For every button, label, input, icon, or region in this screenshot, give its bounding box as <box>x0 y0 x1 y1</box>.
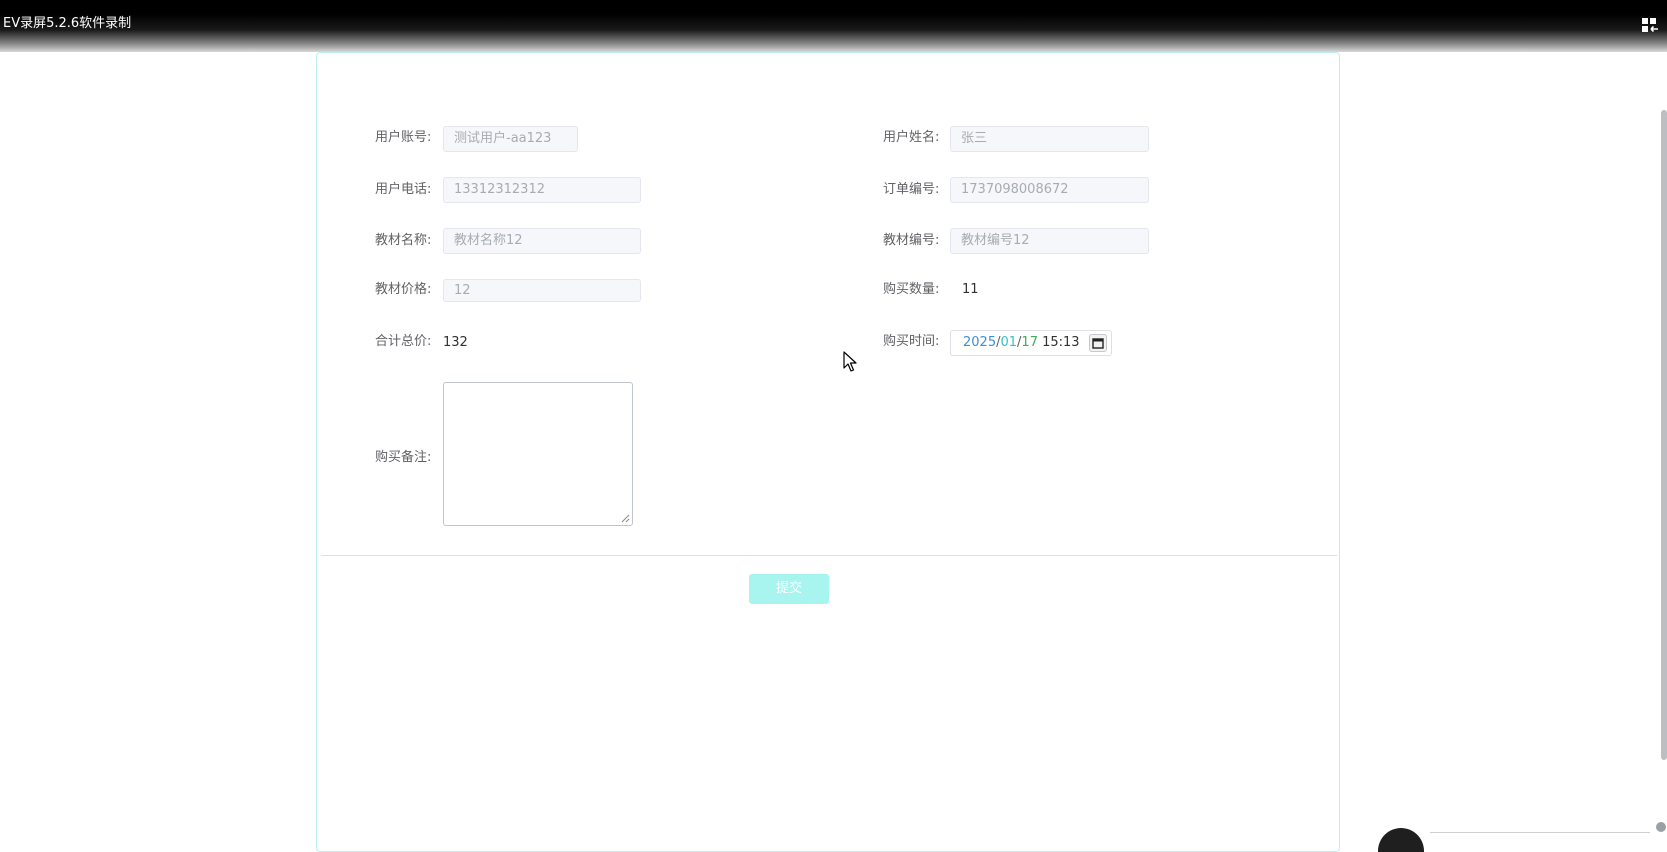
buy-time-clock[interactable]: 15:13 <box>1042 335 1079 350</box>
form-divider <box>321 555 1337 556</box>
resize-handle-icon[interactable] <box>621 514 630 523</box>
order-no-field[interactable]: 1737098008672 <box>950 177 1149 203</box>
user-name-field[interactable]: 张三 <box>950 126 1149 152</box>
remark-label: 购买备注: <box>375 450 432 465</box>
fullscreen-exit-icon[interactable] <box>1641 16 1659 34</box>
user-account-field[interactable]: 测试用户-aa123 <box>443 126 578 152</box>
page-scrollbar[interactable] <box>1661 110 1667 760</box>
buy-time-label: 购买时间: <box>883 334 940 349</box>
buy-qty-label: 购买数量: <box>883 282 940 297</box>
total-value: 132 <box>443 335 468 350</box>
total-label: 合计总价: <box>375 334 432 349</box>
calendar-icon[interactable] <box>1089 334 1107 352</box>
user-phone-label: 用户电话: <box>375 182 432 197</box>
buy-time-month[interactable]: 01 <box>1000 335 1017 350</box>
book-name-label: 教材名称: <box>375 233 432 248</box>
floating-widget-divider <box>1430 832 1650 833</box>
buy-time-day[interactable]: 17 <box>1021 335 1038 350</box>
buy-time-year[interactable]: 2025 <box>963 335 996 350</box>
book-no-label: 教材编号: <box>883 233 940 248</box>
close-icon[interactable] <box>1656 822 1666 832</box>
order-no-label: 订单编号: <box>883 182 940 197</box>
window-title: EV录屏5.2.6软件录制 <box>3 16 132 31</box>
user-name-label: 用户姓名: <box>883 130 940 145</box>
user-phone-field[interactable]: 13312312312 <box>443 177 641 203</box>
book-no-field[interactable]: 教材编号12 <box>950 228 1149 254</box>
remark-textarea[interactable] <box>443 382 633 526</box>
buy-qty-value: 11 <box>962 282 979 297</box>
book-price-label: 教材价格: <box>375 282 432 297</box>
user-account-label: 用户账号: <box>375 130 432 145</box>
mouse-cursor-icon <box>843 351 857 377</box>
avatar[interactable] <box>1378 828 1424 852</box>
submit-button[interactable]: 提交 <box>749 574 829 604</box>
buy-time-picker[interactable]: 2025/01/17 15:13 <box>950 330 1112 356</box>
book-name-field[interactable]: 教材名称12 <box>443 228 641 254</box>
recorder-title-bar: EV录屏5.2.6软件录制 <box>0 0 1667 52</box>
book-price-field[interactable]: 12 <box>443 279 641 302</box>
